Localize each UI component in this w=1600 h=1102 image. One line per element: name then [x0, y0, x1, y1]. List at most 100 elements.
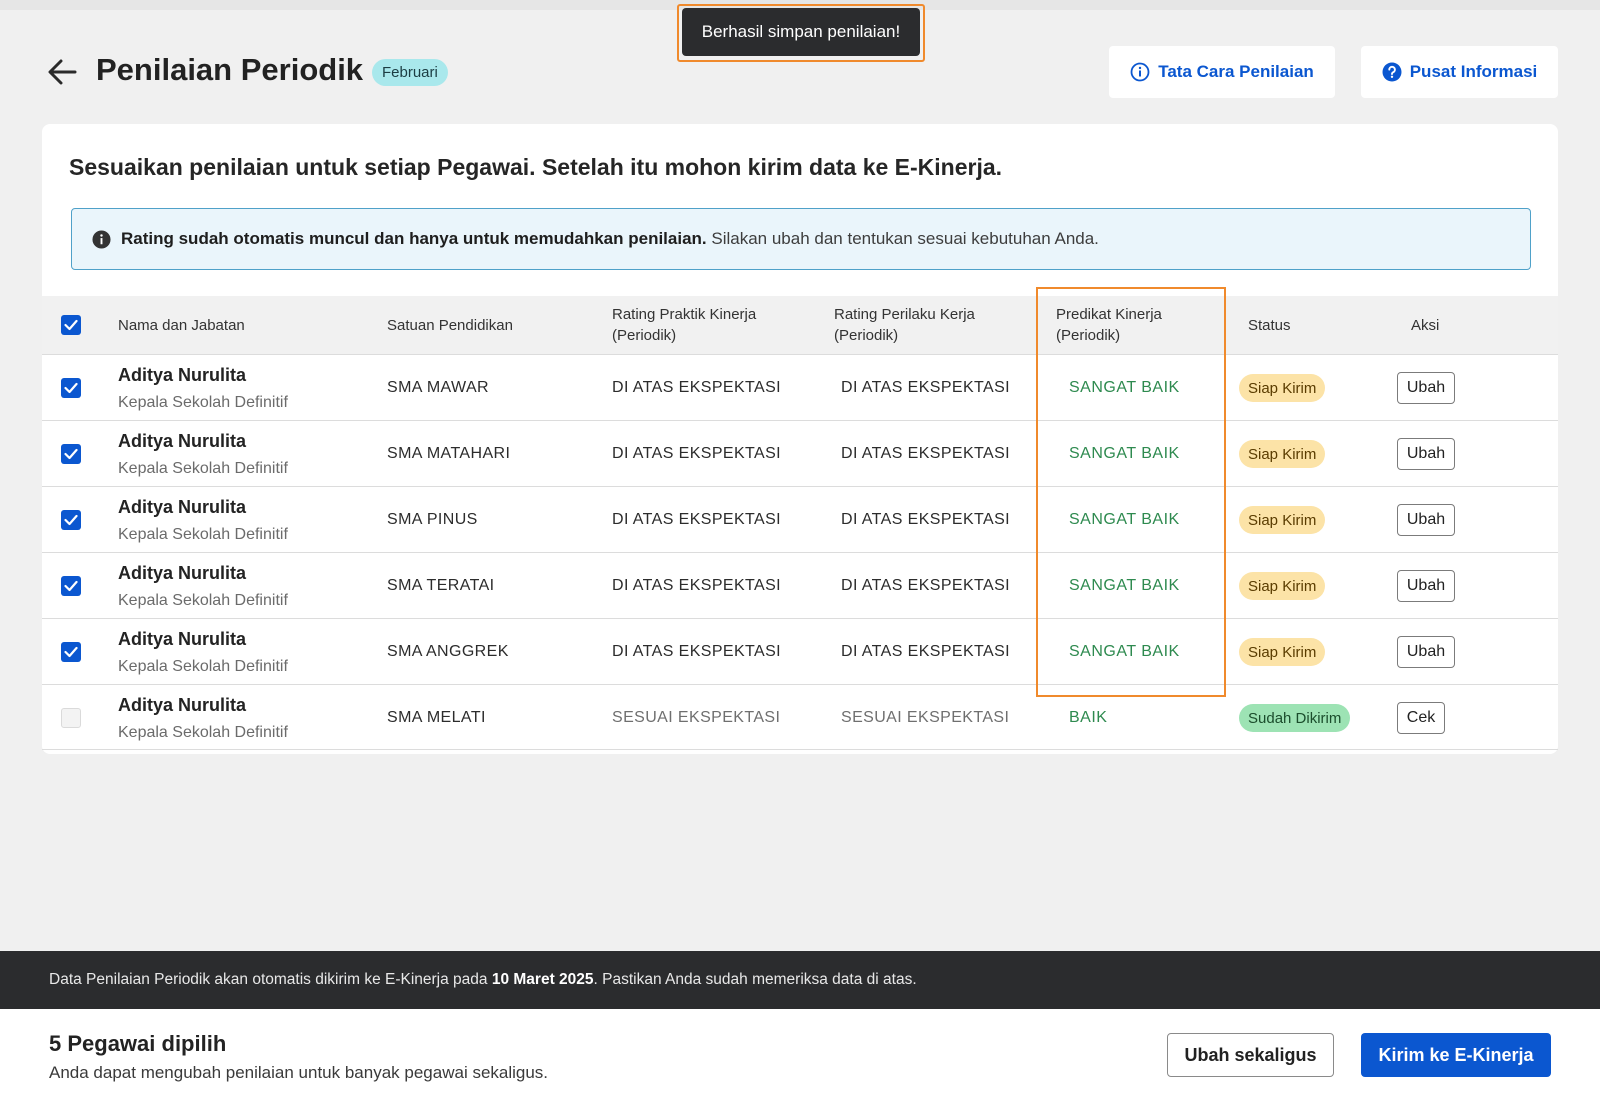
- employee-name: Aditya Nurulita: [118, 695, 247, 715]
- employee-name: Aditya Nurulita: [118, 629, 247, 649]
- status-badge: Siap Kirim: [1239, 374, 1326, 402]
- select-all-checkbox[interactable]: [61, 315, 81, 335]
- rating-perilaku: DI ATAS EKSPEKTASI: [841, 445, 1011, 462]
- row-checkbox-disabled: [61, 708, 81, 728]
- predikat-kinerja: BAIK: [1069, 709, 1108, 726]
- card-intro: Sesuaikan penilaian untuk setiap Pegawai…: [69, 154, 1003, 180]
- table-row: Aditya Nurulita Kepala Sekolah Definitif…: [42, 618, 1558, 684]
- header-nama: Nama dan Jabatan: [118, 317, 245, 334]
- table-header: Nama dan Jabatan Satuan Pendidikan Ratin…: [42, 296, 1558, 354]
- table-row: Aditya Nurulita Kepala Sekolah Definitif…: [42, 552, 1558, 618]
- row-checkbox[interactable]: [61, 576, 81, 596]
- rating-praktik: DI ATAS EKSPEKTASI: [612, 643, 782, 660]
- employee-role: Kepala Sekolah Definitif: [118, 658, 288, 675]
- school-name: SMA MELATI: [387, 709, 486, 726]
- ubah-button[interactable]: Ubah: [1397, 438, 1455, 470]
- pusat-informasi-button[interactable]: Pusat Informasi: [1361, 46, 1558, 98]
- checkmark-icon: [64, 580, 78, 592]
- header-perilaku-line1: Rating Perilaku Kerja: [834, 306, 975, 323]
- rating-praktik: DI ATAS EKSPEKTASI: [612, 445, 782, 462]
- header-aksi: Aksi: [1411, 317, 1440, 334]
- success-toast: Berhasil simpan penilaian!: [682, 8, 920, 56]
- ubah-button[interactable]: Ubah: [1397, 372, 1455, 404]
- table-row: Aditya Nurulita Kepala Sekolah Definitif…: [42, 684, 1558, 750]
- rating-perilaku: DI ATAS EKSPEKTASI: [841, 511, 1011, 528]
- employee-name: Aditya Nurulita: [118, 431, 247, 451]
- employee-role: Kepala Sekolah Definitif: [118, 460, 288, 477]
- rating-praktik: DI ATAS EKSPEKTASI: [612, 379, 782, 396]
- notice-date: 10 Maret 2025: [491, 971, 594, 988]
- tata-cara-label: Tata Cara Penilaian: [1158, 62, 1314, 81]
- table-row: Aditya Nurulita Kepala Sekolah Definitif…: [42, 486, 1558, 552]
- status-badge: Siap Kirim: [1239, 506, 1326, 534]
- info-box: Rating sudah otomatis muncul dan hanya u…: [71, 208, 1531, 270]
- header-perilaku-line2: (Periodik): [834, 327, 899, 344]
- header-predikat-line2: (Periodik): [1056, 327, 1121, 344]
- table-row: Aditya Nurulita Kepala Sekolah Definitif…: [42, 354, 1558, 420]
- notice-pre: Data Penilaian Periodik akan otomatis di…: [49, 971, 488, 988]
- predikat-kinerja: SANGAT BAIK: [1069, 379, 1180, 396]
- predikat-kinerja: SANGAT BAIK: [1069, 577, 1180, 594]
- employee-role: Kepala Sekolah Definitif: [118, 724, 288, 741]
- arrow-left-icon: [48, 59, 77, 85]
- header-praktik-line2: (Periodik): [612, 327, 677, 344]
- bulk-edit-button[interactable]: Ubah sekaligus: [1167, 1033, 1334, 1077]
- school-name: SMA MAWAR: [387, 379, 489, 396]
- info-bold: Rating sudah otomatis muncul dan hanya u…: [121, 229, 707, 248]
- ubah-button[interactable]: Ubah: [1397, 504, 1455, 536]
- info-circle-icon: [1130, 62, 1150, 82]
- assessment-card: Sesuaikan penilaian untuk setiap Pegawai…: [42, 124, 1558, 754]
- auto-send-notice: Data Penilaian Periodik akan otomatis di…: [0, 951, 1600, 1009]
- school-name: SMA MATAHARI: [387, 445, 511, 462]
- header-praktik: Rating Praktik Kinerja (Periodik): [612, 304, 756, 346]
- back-button[interactable]: [44, 54, 80, 90]
- rating-praktik: SESUAI EKSPEKTASI: [612, 709, 781, 726]
- rating-perilaku: DI ATAS EKSPEKTASI: [841, 643, 1011, 660]
- row-checkbox[interactable]: [61, 444, 81, 464]
- school-name: SMA TERATAI: [387, 577, 495, 594]
- school-name: SMA PINUS: [387, 511, 478, 528]
- status-badge: Siap Kirim: [1239, 572, 1326, 600]
- selection-footer: 5 Pegawai dipilih Anda dapat mengubah pe…: [0, 1009, 1600, 1102]
- cek-button[interactable]: Cek: [1397, 702, 1445, 734]
- question-circle-icon: [1382, 62, 1402, 82]
- checkmark-icon: [64, 448, 78, 460]
- send-ekinerja-button[interactable]: Kirim ke E-Kinerja: [1361, 1033, 1551, 1077]
- employee-name: Aditya Nurulita: [118, 497, 247, 517]
- employee-name: Aditya Nurulita: [118, 563, 247, 583]
- tata-cara-button[interactable]: Tata Cara Penilaian: [1109, 46, 1335, 98]
- row-checkbox[interactable]: [61, 642, 81, 662]
- predikat-kinerja: SANGAT BAIK: [1069, 511, 1180, 528]
- notice-post: . Pastikan Anda sudah memeriksa data di …: [593, 971, 917, 988]
- school-name: SMA ANGGREK: [387, 643, 509, 660]
- page-title: Penilaian Periodik: [96, 52, 364, 87]
- checkmark-icon: [64, 514, 78, 526]
- employee-role: Kepala Sekolah Definitif: [118, 394, 288, 411]
- pusat-informasi-label: Pusat Informasi: [1409, 62, 1538, 81]
- rating-perilaku: DI ATAS EKSPEKTASI: [841, 379, 1011, 396]
- header-status: Status: [1248, 317, 1291, 334]
- header-perilaku: Rating Perilaku Kerja (Periodik): [834, 304, 975, 346]
- predikat-kinerja: SANGAT BAIK: [1069, 643, 1180, 660]
- status-badge: Siap Kirim: [1239, 638, 1326, 666]
- header-predikat-line1: Predikat Kinerja: [1056, 306, 1162, 323]
- row-checkbox[interactable]: [61, 378, 81, 398]
- ubah-button[interactable]: Ubah: [1397, 570, 1455, 602]
- rating-perilaku: DI ATAS EKSPEKTASI: [841, 577, 1011, 594]
- row-checkbox[interactable]: [61, 510, 81, 530]
- employee-role: Kepala Sekolah Definitif: [118, 526, 288, 543]
- checkmark-icon: [64, 646, 78, 658]
- rating-praktik: DI ATAS EKSPEKTASI: [612, 511, 782, 528]
- info-text: Rating sudah otomatis muncul dan hanya u…: [121, 229, 1099, 249]
- status-badge: Siap Kirim: [1239, 440, 1326, 468]
- employee-name: Aditya Nurulita: [118, 365, 247, 385]
- rating-praktik: DI ATAS EKSPEKTASI: [612, 577, 782, 594]
- ubah-button[interactable]: Ubah: [1397, 636, 1455, 668]
- header-predikat: Predikat Kinerja (Periodik): [1056, 304, 1162, 346]
- checkmark-icon: [64, 319, 78, 331]
- header-praktik-line1: Rating Praktik Kinerja: [612, 306, 757, 323]
- header-satuan: Satuan Pendidikan: [387, 317, 513, 334]
- info-filled-icon: [92, 229, 111, 249]
- selection-hint: Anda dapat mengubah penilaian untuk bany…: [49, 1063, 549, 1082]
- rating-perilaku: SESUAI EKSPEKTASI: [841, 709, 1010, 726]
